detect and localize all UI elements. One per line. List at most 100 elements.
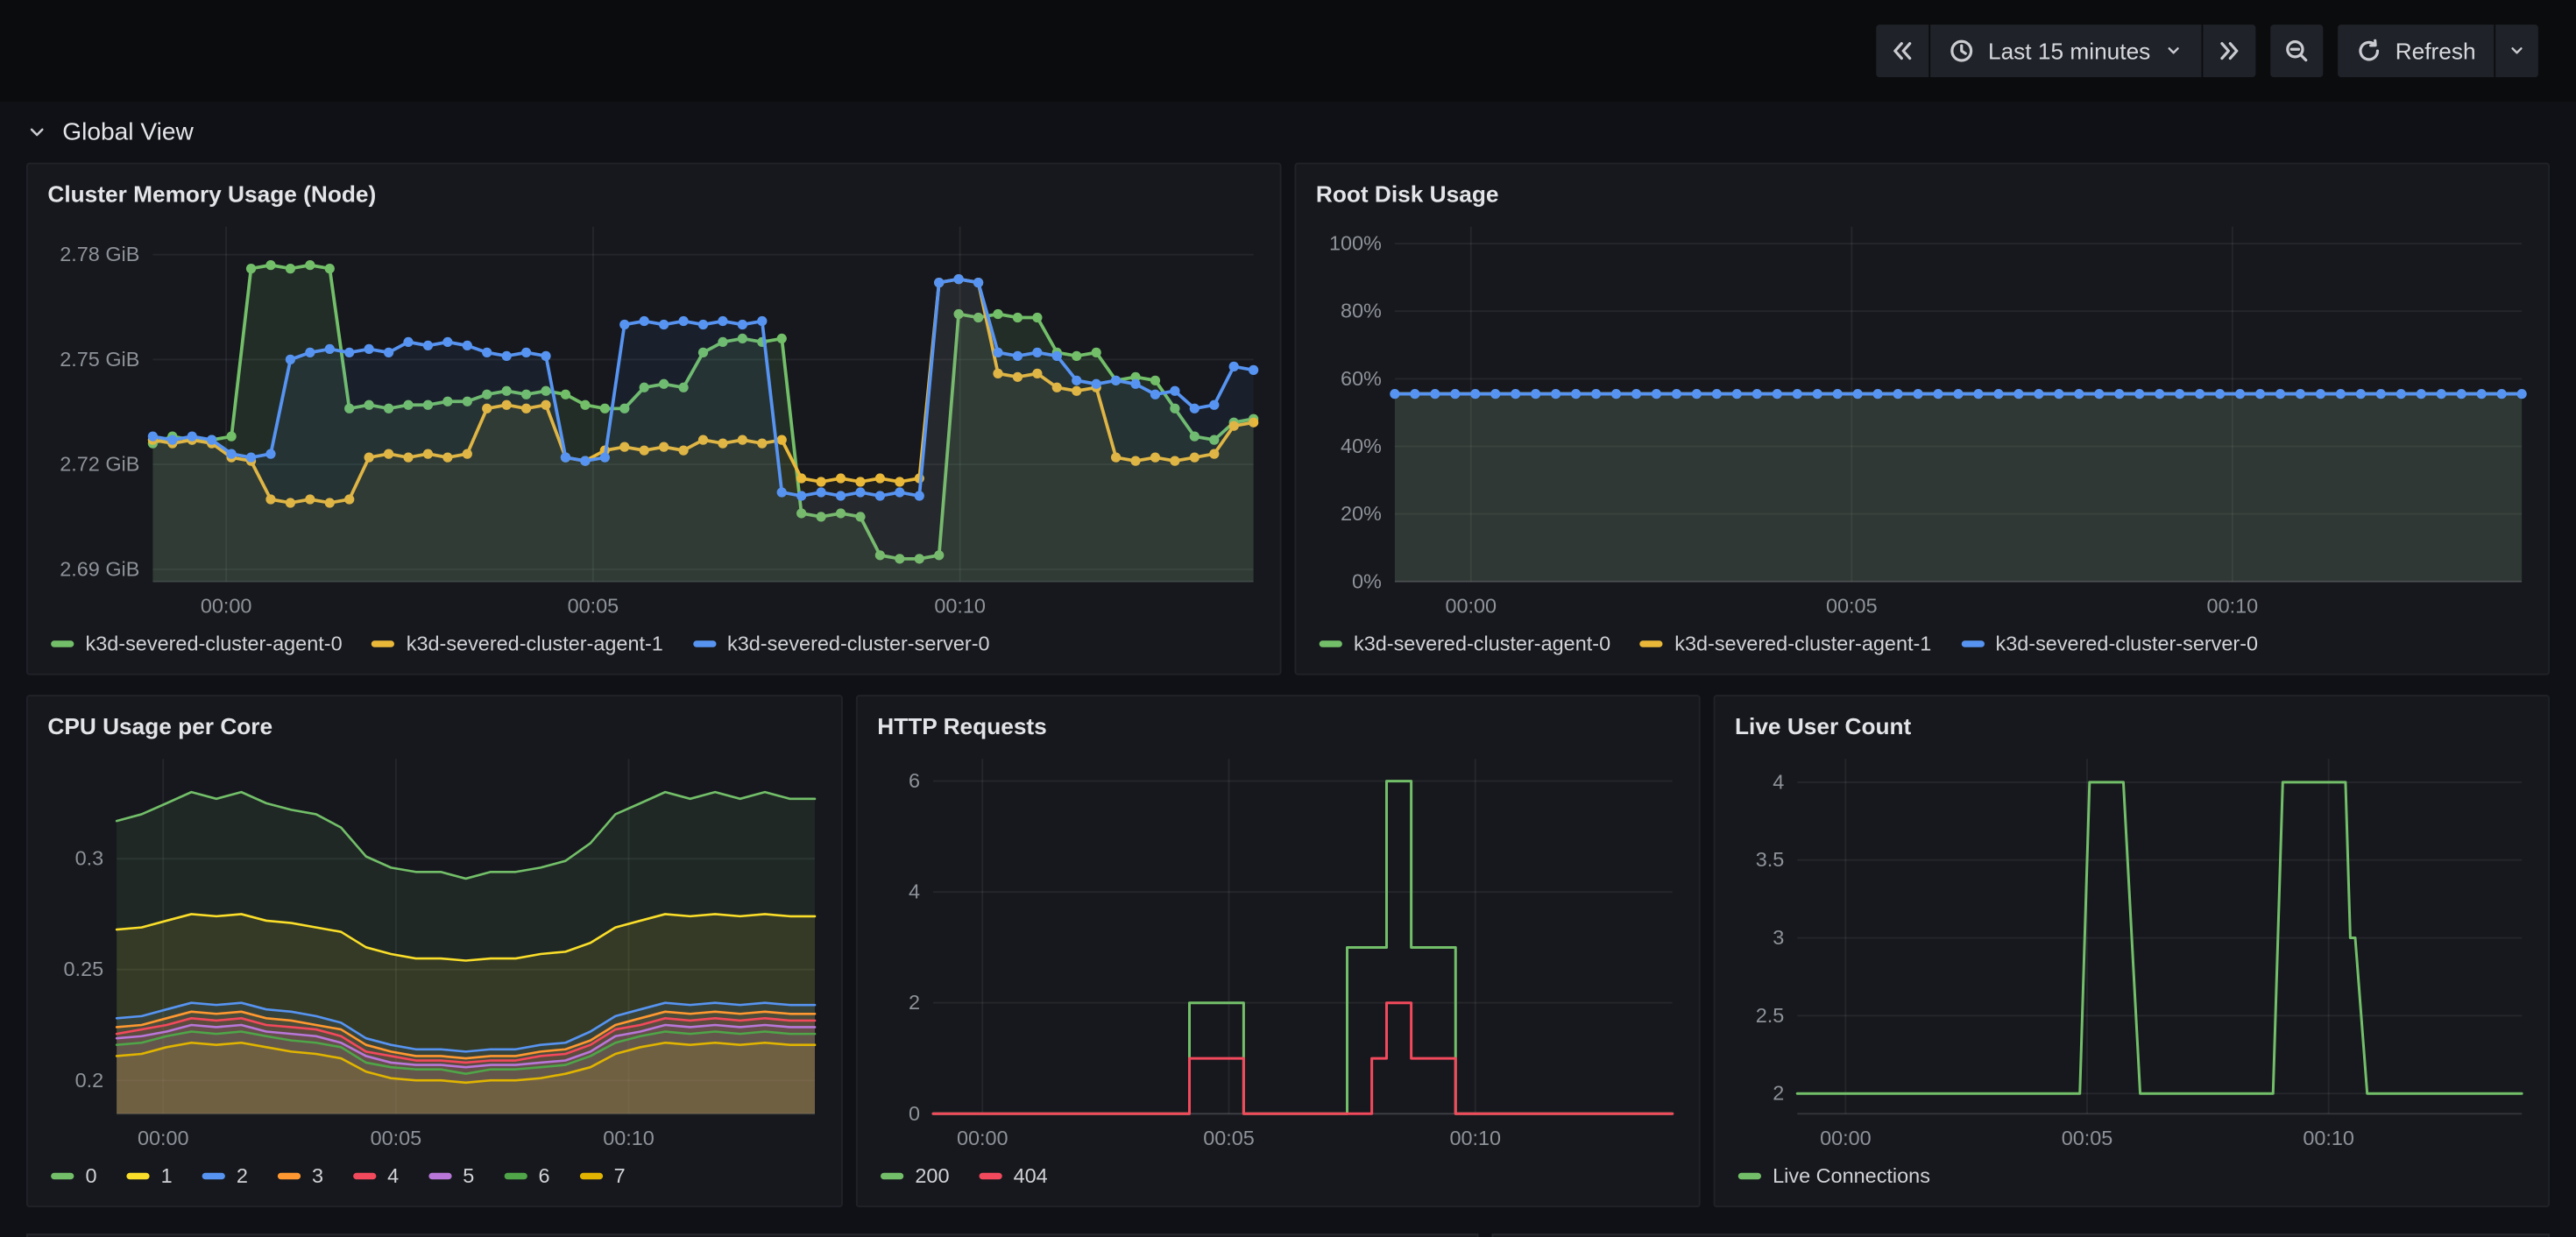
svg-text:2: 2	[909, 991, 920, 1014]
legend-item[interactable]: k3d-severed-cluster-agent-1	[1640, 633, 1931, 655]
legend-item[interactable]: 404	[979, 1164, 1047, 1187]
svg-text:80%: 80%	[1341, 300, 1382, 322]
svg-text:20%: 20%	[1341, 502, 1382, 525]
top-navigation-bar: Last 15 minutes Refresh	[0, 0, 2576, 102]
http-requests-chart[interactable]: 00:0000:0500:100246	[874, 743, 1683, 1157]
legend-item[interactable]: 5	[428, 1164, 474, 1187]
legend-item[interactable]: k3d-severed-cluster-agent-0	[1320, 633, 1610, 655]
legend-series-color	[979, 1173, 1001, 1180]
svg-text:00:00: 00:00	[957, 1127, 1008, 1149]
legend-item[interactable]: 4	[353, 1164, 399, 1187]
row-title: Global View	[62, 117, 194, 145]
legend-item[interactable]: 200	[881, 1164, 949, 1187]
svg-text:00:10: 00:10	[2303, 1127, 2354, 1149]
legend-series-color	[579, 1173, 602, 1180]
legend-series-label: k3d-severed-cluster-server-0	[727, 633, 990, 655]
chevrons-left-icon	[1889, 38, 1915, 64]
live-user-chart-area: 00:0000:0500:1022.533.54	[1731, 743, 2531, 1157]
legend-series-label: 404	[1014, 1164, 1048, 1187]
chevron-down-icon	[2507, 41, 2527, 61]
legend-item[interactable]: k3d-severed-cluster-agent-1	[372, 633, 662, 655]
svg-text:00:00: 00:00	[138, 1127, 189, 1149]
legend-item[interactable]: 3	[278, 1164, 323, 1187]
zoom-out-button[interactable]	[2270, 25, 2323, 77]
http-requests-chart-area: 00:0000:0500:100246	[874, 743, 1683, 1157]
svg-text:0.25: 0.25	[64, 958, 104, 980]
svg-text:3: 3	[1773, 926, 1784, 949]
legend-series-color	[428, 1173, 451, 1180]
svg-text:00:00: 00:00	[201, 594, 252, 617]
memory-usage-chart-area: 00:0000:0500:102.69 GiB2.72 GiB2.75 GiB2…	[45, 210, 1263, 625]
refresh-button[interactable]: Refresh	[2338, 25, 2494, 77]
svg-text:2.69 GiB: 2.69 GiB	[60, 557, 139, 580]
time-range-controls: Last 15 minutes	[1876, 25, 2255, 77]
panel-cluster-memory-usage: Cluster Memory Usage (Node) 00:00 00:05 00…	[26, 163, 1282, 675]
cpu-usage-chart-area: 00:0000:0500:100.20.250.3	[45, 743, 825, 1157]
legend-series-color	[1640, 640, 1663, 647]
svg-text:2.5: 2.5	[1756, 1004, 1785, 1027]
svg-text:00:10: 00:10	[934, 594, 986, 617]
legend-series-color	[126, 1173, 149, 1180]
legend-item[interactable]: k3d-severed-cluster-agent-0	[51, 633, 342, 655]
legend-item[interactable]: 7	[579, 1164, 625, 1187]
refresh-interval-dropdown[interactable]	[2495, 25, 2538, 77]
svg-text:60%: 60%	[1341, 367, 1382, 390]
svg-text:00:00: 00:00	[1820, 1127, 1872, 1149]
dashboard-row-global-view[interactable]: Global View	[26, 102, 194, 161]
legend-item[interactable]: 1	[126, 1164, 172, 1187]
panel-title[interactable]: HTTP Requests	[874, 706, 1683, 742]
root-disk-chart-area: 00:0000:0500:100%20%40%60%80%100%	[1313, 210, 2531, 625]
root-disk-chart[interactable]: 00:0000:0500:100%20%40%60%80%100%	[1313, 210, 2531, 625]
legend-series-label: 5	[463, 1164, 474, 1187]
legend-series-color	[202, 1173, 224, 1180]
legend-series-label: 200	[915, 1164, 949, 1187]
live-user-chart[interactable]: 00:0000:0500:1022.533.54	[1731, 743, 2531, 1157]
legend-series-color	[693, 640, 716, 647]
legend-item[interactable]: k3d-severed-cluster-server-0	[693, 633, 990, 655]
svg-text:100%: 100%	[1329, 232, 1382, 255]
svg-text:00:10: 00:10	[603, 1127, 655, 1149]
time-shift-forward-button[interactable]	[2203, 25, 2255, 77]
legend-series-label: 7	[614, 1164, 626, 1187]
legend-series-label: k3d-severed-cluster-server-0	[1995, 633, 2258, 655]
grafana-dashboard: Last 15 minutes Refresh	[0, 0, 2576, 1237]
legend-item[interactable]: 0	[51, 1164, 96, 1187]
svg-text:00:05: 00:05	[2062, 1127, 2113, 1149]
clock-icon	[1949, 38, 1975, 64]
legend-item[interactable]: Live Connections	[1738, 1164, 1930, 1187]
legend-item[interactable]: 2	[202, 1164, 247, 1187]
panel-http-requests: HTTP Requests 00:0000:0500:100246 200404	[856, 695, 1701, 1207]
svg-text:2.78 GiB: 2.78 GiB	[60, 243, 139, 265]
legend-series-color	[278, 1173, 301, 1180]
legend-series-color	[504, 1173, 527, 1180]
panel-title[interactable]: Live User Count	[1731, 706, 2531, 742]
http-requests-legend: 200 404	[874, 1156, 1683, 1199]
svg-text:00:10: 00:10	[2207, 594, 2259, 617]
svg-text:00:00: 00:00	[1445, 594, 1497, 617]
memory-usage-chart[interactable]: 00:0000:0500:102.69 GiB2.72 GiB2.75 GiB2…	[45, 210, 1263, 625]
panel-root-disk-usage: Root Disk Usage 00:0000:0500:100%20%40%6…	[1295, 163, 2551, 675]
legend-series-label: k3d-severed-cluster-agent-1	[407, 633, 663, 655]
panel-live-user-count: Live User Count 00:0000:0500:1022.533.54…	[1714, 695, 2550, 1207]
panel-title[interactable]: CPU Usage per Core	[45, 706, 825, 742]
time-range-picker-button[interactable]: Last 15 minutes	[1930, 25, 2201, 77]
legend-series-label: 2	[237, 1164, 248, 1187]
legend-item[interactable]: 6	[504, 1164, 549, 1187]
svg-text:4: 4	[1773, 770, 1784, 793]
panel-title[interactable]: Root Disk Usage	[1313, 174, 2531, 210]
legend-series-color	[51, 640, 74, 647]
panel-title[interactable]: Cluster Memory Usage (Node)	[45, 174, 1263, 210]
svg-text:4: 4	[909, 880, 920, 903]
legend-series-label: k3d-severed-cluster-agent-0	[1354, 633, 1610, 655]
svg-text:2: 2	[1773, 1082, 1784, 1105]
cpu-usage-chart[interactable]: 00:0000:0500:100.20.250.3	[45, 743, 825, 1157]
legend-series-color	[1738, 1173, 1761, 1180]
time-shift-back-button[interactable]	[1876, 25, 1928, 77]
legend-item[interactable]: k3d-severed-cluster-server-0	[1961, 633, 2258, 655]
memory-usage-legend: k3d-severed-cluster-agent-0 k3d-severed-c…	[45, 625, 1263, 668]
next-row-panel-edge	[1492, 1233, 2551, 1237]
svg-text:2.75 GiB: 2.75 GiB	[60, 348, 139, 371]
svg-text:6: 6	[909, 769, 920, 792]
live-user-legend: Live Connections	[1731, 1156, 2531, 1199]
svg-text:00:05: 00:05	[568, 594, 619, 617]
